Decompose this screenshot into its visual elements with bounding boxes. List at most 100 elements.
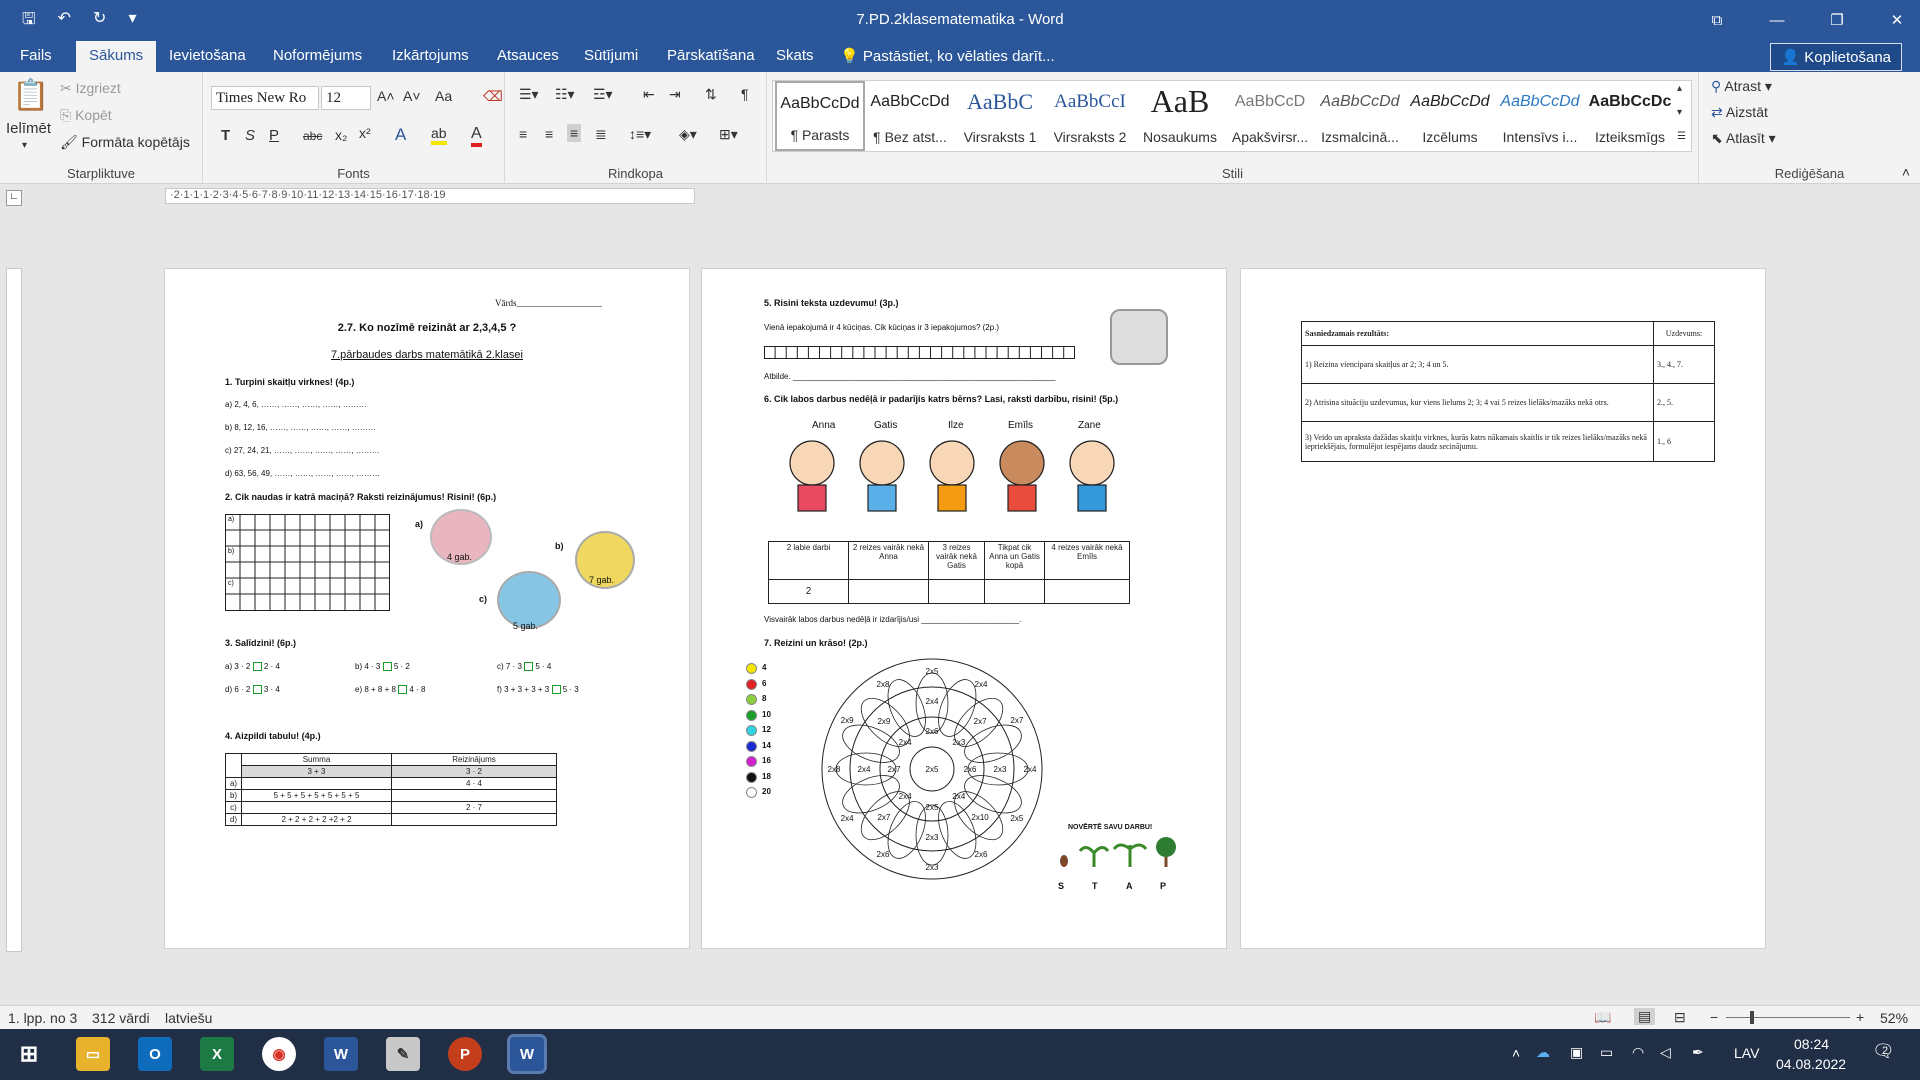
wifi-icon[interactable]: ◠ [1632, 1044, 1644, 1061]
cmp-box[interactable] [382, 662, 392, 672]
input-language[interactable]: LAV [1734, 1045, 1759, 1061]
vertical-ruler[interactable] [6, 268, 22, 952]
pilcrow-icon[interactable]: ¶ [741, 86, 749, 102]
cmp-box[interactable] [524, 662, 534, 672]
styles-scroll-up-icon[interactable]: ▴ [1677, 83, 1682, 94]
t6-cell[interactable] [984, 579, 1045, 604]
tab-insert[interactable]: Ievietošana [169, 47, 246, 64]
word-count[interactable]: 312 vārdi [92, 1010, 150, 1026]
mandala[interactable]: 2x5 2x4 2x7 2x4 2x5 2x6 2x3 2x6 2x4 2x8 2x9 2x8 2x4 2… [817, 654, 1047, 884]
powerpoint-icon[interactable]: P [448, 1037, 482, 1071]
format-painter-button[interactable]: 🖌 Formāta kopētājs [60, 134, 190, 151]
align-left-icon[interactable]: ≡ [519, 126, 527, 142]
tab-design[interactable]: Noformējums [273, 47, 362, 64]
q5-answer-grid[interactable] [764, 346, 1076, 360]
rating-p[interactable]: P [1160, 881, 1166, 891]
style-strong[interactable]: AaBbCcDc Izteiksmīgs [1585, 81, 1675, 151]
page-2[interactable]: 5. Risini teksta uzdevumu! (3p.) Vienā i… [701, 268, 1227, 949]
tab-view[interactable]: Skats [776, 47, 814, 64]
t6-cell[interactable] [928, 579, 985, 604]
tray-chevron-icon[interactable]: ˄ [1512, 1045, 1520, 1061]
tell-me-box[interactable]: 💡 Pastāstiet, ko vēlaties darīt... [840, 47, 1055, 65]
collapse-ribbon-icon[interactable]: ˄ [1902, 164, 1910, 180]
app-icon[interactable]: ✎ [386, 1037, 420, 1071]
clear-format-icon[interactable]: ⌫ [483, 88, 503, 105]
tab-references[interactable]: Atsauces [497, 47, 559, 64]
underline-button[interactable]: P [269, 127, 279, 144]
find-button[interactable]: ⚲ Atrast ▾ [1711, 78, 1772, 95]
style-title[interactable]: AaB Nosaukums [1135, 81, 1225, 151]
rating-t[interactable]: T [1092, 881, 1098, 891]
decrease-indent-icon[interactable]: ⇤ [643, 86, 655, 103]
style-heading-1[interactable]: AaBbC Virsraksts 1 [955, 81, 1045, 151]
numbering-icon[interactable]: ☷▾ [555, 86, 575, 103]
cmp-box[interactable] [551, 685, 561, 695]
text-effects-icon[interactable]: A [395, 125, 406, 145]
replace-button[interactable]: ⇄ Aizstāt [1711, 104, 1768, 121]
styles-scroll-down-icon[interactable]: ▾ [1677, 107, 1682, 118]
copy-button[interactable]: ⎘ Kopēt [60, 107, 112, 124]
style-emphasis[interactable]: AaBbCcDd Izcēlums [1405, 81, 1495, 151]
page-3[interactable]: Sasniedzamais rezultāts: Uzdevums: 1) Rei… [1240, 268, 1766, 949]
style-subtle-emphasis[interactable]: AaBbCcDd Izsmalcinā... [1315, 81, 1405, 151]
word-icon[interactable]: W [324, 1037, 358, 1071]
line-spacing-icon[interactable]: ↕≡▾ [629, 126, 651, 143]
pen-icon[interactable]: ✒ [1692, 1044, 1704, 1061]
styles-more-icon[interactable]: ☰ [1677, 131, 1686, 142]
tray-app-icon[interactable]: ▣ [1570, 1044, 1583, 1061]
clock-time[interactable]: 08:24 [1794, 1036, 1829, 1052]
highlight-icon[interactable]: ab [431, 125, 447, 145]
italic-button[interactable]: S [245, 127, 255, 144]
horizontal-ruler[interactable]: ·2·1·1·1·2·3·4·5·6·7·8·9·10·11·12·13·14·… [165, 188, 695, 204]
clock-date[interactable]: 04.08.2022 [1776, 1056, 1846, 1072]
align-right-icon[interactable]: ≡ [567, 124, 582, 142]
minimize-button[interactable]: — [1754, 0, 1800, 40]
subscript-button[interactable]: x₂ [335, 127, 347, 143]
increase-indent-icon[interactable]: ⇥ [669, 86, 681, 103]
excel-icon[interactable]: X [200, 1037, 234, 1071]
t4-cell[interactable] [241, 777, 392, 790]
t6-cell[interactable] [848, 579, 929, 604]
chrome-icon[interactable]: ◉ [262, 1037, 296, 1071]
rating-a[interactable]: A [1126, 881, 1133, 891]
select-button[interactable]: ⬉ Atlasīt ▾ [1711, 130, 1776, 147]
page-1[interactable]: Vārds___________________ 2.7. Ko nozīmē … [164, 268, 690, 949]
language[interactable]: latviešu [165, 1010, 212, 1026]
ribbon-display-icon[interactable]: ⧉ [1694, 0, 1740, 40]
t4-cell[interactable] [391, 813, 557, 826]
font-name-combo[interactable]: Times New Ro [211, 86, 319, 110]
tab-layout[interactable]: Izkārtojums [392, 47, 469, 64]
style-no-spacing[interactable]: AaBbCcDd ¶ Bez atst... [865, 81, 955, 151]
cmp-box[interactable] [252, 662, 262, 672]
cut-button[interactable]: ✂ Izgriezt [60, 80, 121, 97]
zoom-in-icon[interactable]: + [1856, 1009, 1864, 1025]
shrink-font-icon[interactable]: A˅ [403, 88, 421, 104]
t4-cell[interactable] [241, 801, 392, 814]
tab-home[interactable]: Sākums [76, 41, 157, 72]
paste-icon[interactable]: 📋 [12, 78, 49, 113]
change-case-button[interactable]: Aa [435, 88, 452, 104]
tab-file[interactable]: Fails [20, 47, 52, 64]
zoom-level[interactable]: 52% [1880, 1010, 1908, 1026]
font-size-combo[interactable]: 12 [321, 86, 371, 110]
tab-review[interactable]: Pārskatīšana [667, 47, 755, 64]
windows-start-icon[interactable]: ⊞ [12, 1037, 46, 1071]
share-button[interactable]: 👤 Koplietošana [1770, 43, 1902, 71]
paste-dropdown-icon[interactable]: ▾ [22, 140, 27, 151]
shading-icon[interactable]: ◈▾ [679, 126, 697, 143]
t6-cell[interactable] [1044, 579, 1130, 604]
bullets-icon[interactable]: ☰▾ [519, 86, 539, 103]
cmp-box[interactable] [398, 685, 408, 695]
cmp-box[interactable] [252, 685, 262, 695]
web-layout-icon[interactable]: ⊟ [1674, 1009, 1686, 1026]
bold-button[interactable]: T [221, 127, 230, 144]
close-button[interactable]: ✕ [1874, 0, 1920, 40]
volume-icon[interactable]: ◁ [1660, 1044, 1671, 1061]
borders-icon[interactable]: ⊞▾ [719, 126, 738, 143]
tab-selector[interactable]: ∟ [6, 190, 22, 206]
battery-icon[interactable]: ▭ [1600, 1044, 1613, 1061]
align-center-icon[interactable]: ≡ [545, 126, 553, 142]
font-color-icon[interactable]: A [471, 125, 482, 147]
read-mode-icon[interactable]: 📖 [1594, 1009, 1611, 1026]
file-explorer-icon[interactable]: ▭ [76, 1037, 110, 1071]
